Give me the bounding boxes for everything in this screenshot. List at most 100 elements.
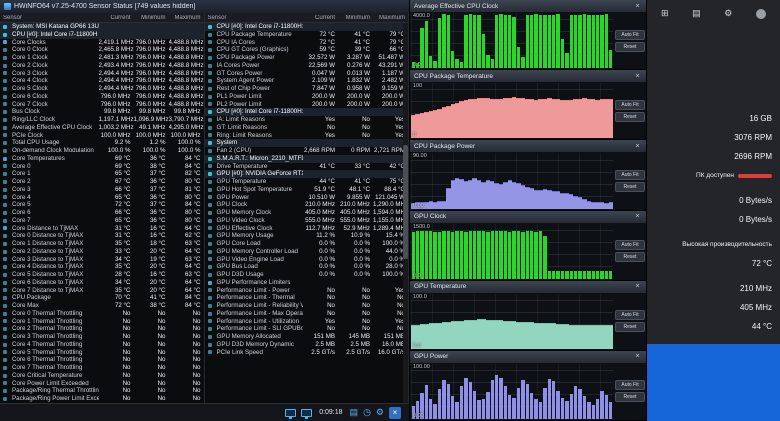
sensor-row[interactable]: Total CPU Usage9.2 %1.2 %100.0 % (0, 139, 204, 147)
sensor-row[interactable]: Ring/LLC Clock1,197.1 MHz1,096.9 MHz3,79… (0, 116, 204, 124)
sensor-row[interactable]: Core 366 °C37 °C81 °C (0, 186, 204, 194)
sensor-row[interactable]: Performance Limit - PowerNoNoYes (205, 287, 409, 295)
reset-button[interactable]: Reset (615, 112, 645, 122)
reset-button[interactable]: Reset (615, 252, 645, 262)
sensor-row[interactable]: Rest of Chip Power7.847 W0.958 W9.159 W (205, 85, 409, 93)
sensor-row[interactable]: Core 6 Distance to TjMAX34 °C20 °C64 °C (0, 279, 204, 287)
col-sensor[interactable]: Sensor (205, 15, 304, 21)
close-icon[interactable]: × (633, 283, 642, 290)
sensor-row[interactable]: Core 465 °C36 °C80 °C (0, 194, 204, 202)
auto-fit-button[interactable]: Auto Fit (615, 170, 645, 180)
stats-icon[interactable]: ▤ (692, 8, 701, 19)
sensor-row[interactable]: Package/Ring Power Limit ExceededNoNoNo (0, 395, 204, 403)
reset-button[interactable]: Reset (615, 42, 645, 52)
sensor-row[interactable]: GPU Video Clock555.0 MHz555.0 MHz1,155.0… (205, 217, 409, 225)
sensor-row[interactable]: Core 5 Thermal ThrottlingNoNoNo (0, 349, 204, 357)
sensor-section-row[interactable]: S.M.A.R.T.: Micron_2210_MTFDHBA1T0QF... (205, 155, 409, 163)
sensor-row[interactable]: IA: Limit ReasonsYesNoYes (205, 116, 409, 124)
sensor-row[interactable]: GPU Bus Load0.0 %0.0 %28.0 % (205, 263, 409, 271)
clock-icon[interactable]: ◷ (363, 408, 371, 417)
graph-titlebar[interactable]: GPU Power× (410, 351, 646, 363)
close-icon[interactable]: × (633, 73, 642, 80)
sensor-row[interactable]: Core 3 Distance to TjMAX34 °C19 °C63 °C (0, 256, 204, 264)
sensor-row[interactable]: Core 4 Clock2,494.4 MHz796.0 MHz4,488.8 … (0, 77, 204, 85)
report-icon[interactable]: ▤ (350, 408, 359, 417)
sensor-row[interactable]: Core 572 °C37 °C84 °C (0, 201, 204, 209)
sensor-row[interactable]: PCIe Link Speed2.5 GT/s2.5 GT/s16.0 GT/s (205, 349, 409, 357)
sensor-row[interactable]: Core 267 °C36 °C80 °C (0, 178, 204, 186)
auto-fit-button[interactable]: Auto Fit (615, 30, 645, 40)
sensor-row[interactable]: GPU Memory Usage11.2 %10.9 %15.4 % (205, 232, 409, 240)
col-current[interactable]: Current (303, 15, 338, 21)
sensor-row[interactable]: Core 765 °C36 °C80 °C (0, 217, 204, 225)
col-minimum[interactable]: Minimum (134, 15, 169, 21)
sensor-row[interactable]: Core 2 Distance to TjMAX33 °C20 °C64 °C (0, 248, 204, 256)
sensor-row[interactable]: On-demand Clock Modulation100.0 %100.0 %… (0, 147, 204, 155)
sensor-row[interactable]: GPU Hot Spot Temperature51.9 °C48.1 °C88… (205, 186, 409, 194)
scrollbar-thumb[interactable] (403, 145, 408, 259)
sensor-row[interactable]: GPU Effective Clock112.7 MHz52.9 MHz1,28… (205, 225, 409, 233)
close-icon[interactable]: × (633, 213, 642, 220)
auto-fit-button[interactable]: Auto Fit (615, 310, 645, 320)
reset-button[interactable]: Reset (615, 392, 645, 402)
sensor-row[interactable]: Performance Limit - ThermalNoNoNo (205, 294, 409, 302)
sensor-row[interactable]: Performance Limit - Max Operating Voltag… (205, 310, 409, 318)
auto-fit-button[interactable]: Auto Fit (615, 380, 645, 390)
sensor-row[interactable]: Performance Limit - SLI GPUBoost SyncNoN… (205, 325, 409, 333)
col-minimum[interactable]: Minimum (338, 15, 373, 21)
sensor-row[interactable]: Core 5 Clock2,494.4 MHz796.0 MHz4,488.8 … (0, 85, 204, 93)
auto-fit-button[interactable]: Auto Fit (615, 240, 645, 250)
graph-titlebar[interactable]: CPU Package Power× (410, 140, 646, 152)
sensor-row[interactable]: Core Power Limit ExceededNoNoNo (0, 380, 204, 388)
sensor-row[interactable]: Core 666 °C36 °C80 °C (0, 209, 204, 217)
sensor-row[interactable]: GPU Core Load0.0 %0.0 %100.0 % (205, 240, 409, 248)
reset-button[interactable]: Reset (615, 322, 645, 332)
sensor-row[interactable]: GPU Video Engine Load0.0 %0.0 %0.0 % (205, 256, 409, 264)
settings-gear-icon[interactable]: ⚙ (376, 408, 384, 417)
sensor-row[interactable]: Bus Clock99.8 MHz99.8 MHz99.8 MHz (0, 108, 204, 116)
sensor-row[interactable]: GPU Memory Clock405.0 MHz405.0 MHz1,594.… (205, 209, 409, 217)
close-icon[interactable]: × (389, 407, 401, 419)
sensor-section-row[interactable]: CPU [#0]: Intel Core i7-11800H (0, 31, 204, 39)
sensor-row[interactable]: Core Clocks2,419.1 MHz796.0 MHz4,488.8 M… (0, 39, 204, 47)
close-icon[interactable]: × (633, 143, 642, 150)
sensor-row[interactable]: Average Effective CPU Clock1,003.2 MHz49… (0, 124, 204, 132)
sensor-row[interactable]: Core 4 Distance to TjMAX35 °C20 °C64 °C (0, 263, 204, 271)
auto-fit-button[interactable]: Auto Fit (615, 100, 645, 110)
close-icon[interactable]: × (633, 3, 642, 10)
sensor-row[interactable]: Core 0 Thermal ThrottlingNoNoNo (0, 310, 204, 318)
sensor-row[interactable]: CPU Package70 °C41 °C84 °C (0, 294, 204, 302)
remote-monitor-icon[interactable] (285, 409, 296, 417)
sensor-row[interactable]: GPU D3D Memory Dynamic2.5 MB2.5 MB16.0 M… (205, 341, 409, 349)
sensor-row[interactable]: Core 4 Thermal ThrottlingNoNoNo (0, 341, 204, 349)
sensor-row[interactable]: Core 0 Distance to TjMAX31 °C16 °C62 °C (0, 232, 204, 240)
graph-titlebar[interactable]: GPU Temperature× (410, 281, 646, 293)
sensor-row[interactable]: GPU Clock210.0 MHz210.0 MHz1,290.0 MHz (205, 201, 409, 209)
sensor-row[interactable]: Core 6 Thermal ThrottlingNoNoNo (0, 356, 204, 364)
sensor-row[interactable]: Package/Ring Thermal ThrottlingNoNoNo (0, 387, 204, 395)
settings-gear-icon[interactable]: ⚙ (724, 8, 732, 19)
sensor-row[interactable]: CPU Package Temperature72 °C41 °C79 °C (205, 31, 409, 39)
col-maximum[interactable]: Maximum (373, 15, 408, 21)
sensor-row[interactable]: CPU Package Power32.572 W3.287 W51.487 W (205, 54, 409, 62)
sensor-row[interactable]: Core 069 °C38 °C84 °C (0, 163, 204, 171)
sensor-section-row[interactable]: System: MSI Katana GP66 13UG (0, 23, 204, 31)
sensor-row[interactable]: Performance Limit - UtilizationYesNoYes (205, 318, 409, 326)
sensor-row[interactable]: PL1 Power Limit200.0 W200.0 W200.0 W (205, 93, 409, 101)
sensor-row[interactable]: Ring: Limit ReasonsYesNoYes (205, 132, 409, 140)
sensor-section-row[interactable]: GPU [#0]: NVIDIA GeForce RTX 3070 Laptop… (205, 170, 409, 178)
graph-titlebar[interactable]: CPU Package Temperature× (410, 70, 646, 82)
sensor-row[interactable]: GPU Power10.510 W9.855 W121.045 W (205, 194, 409, 202)
sensor-row[interactable]: GT: Limit ReasonsNoNoYes (205, 124, 409, 132)
profile-avatar[interactable] (756, 9, 766, 19)
sensor-row[interactable]: IA Cores Power22.569 W0.276 W43.291 W (205, 62, 409, 70)
widgets-grid-icon[interactable]: ⊞ (661, 8, 669, 19)
sensor-row[interactable]: Fan 2 (CPU)2,668 RPM0 RPM2,721 RPM (205, 147, 409, 155)
sensor-row[interactable]: GPU Memory Allocated151 MB145 MB151 MB (205, 333, 409, 341)
sensor-row[interactable]: CPU IA Cores72 °C41 °C79 °C (205, 39, 409, 47)
remote-monitor-icon[interactable] (301, 409, 312, 417)
sensor-row[interactable]: Core 165 °C37 °C82 °C (0, 170, 204, 178)
sensor-row[interactable]: Drive Temperature41 °C33 °C42 °C (205, 163, 409, 171)
sensor-row[interactable]: Core Critical TemperatureNoNoNo (0, 372, 204, 380)
sensor-section-row[interactable]: System (205, 139, 409, 147)
